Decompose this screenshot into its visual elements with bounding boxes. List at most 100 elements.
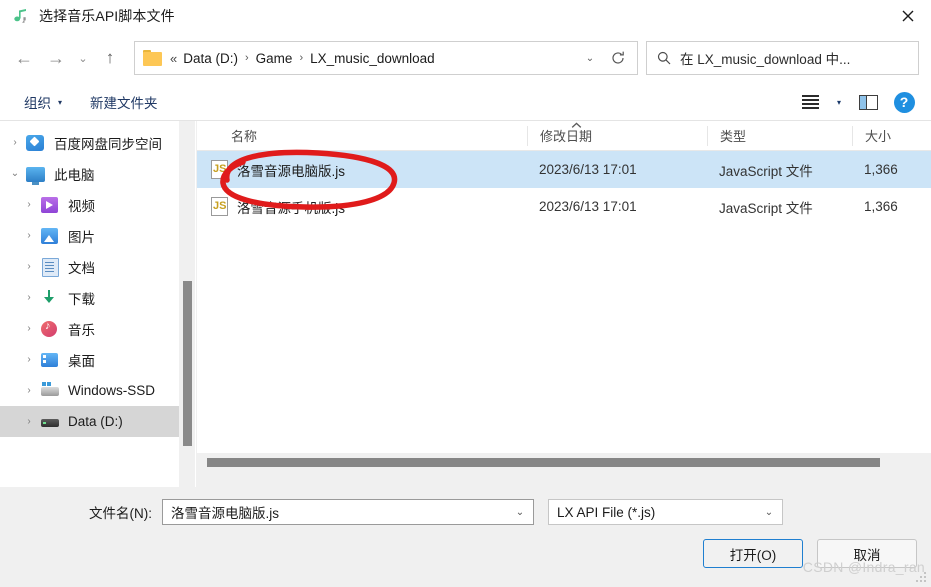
title-bar: 选择音乐API脚本文件: [0, 0, 931, 32]
forward-icon[interactable]: →: [40, 42, 72, 74]
search-box[interactable]: 在 LX_music_download 中...: [646, 41, 919, 75]
horizontal-scrollbar-thumb[interactable]: [207, 458, 880, 467]
videos-icon: [40, 196, 60, 214]
view-controls: ▾ ?: [793, 89, 921, 115]
new-folder-label: 新建文件夹: [90, 96, 158, 111]
close-icon[interactable]: [885, 0, 931, 32]
recent-locations-icon[interactable]: ⌄: [72, 42, 94, 74]
window-title: 选择音乐API脚本文件: [39, 8, 175, 24]
sidebar-item-pictures[interactable]: › 图片: [0, 220, 195, 251]
file-name-cell: JS 洛雪音源电脑版.js: [197, 160, 527, 180]
file-name-cell: JS 洛雪音源手机版.js: [197, 197, 527, 217]
breadcrumb: « Data (D:) › Game › LX_music_download: [170, 51, 577, 66]
column-headers: 名称 修改日期 类型 大小: [197, 121, 931, 151]
this-pc-icon: [26, 165, 46, 185]
chevron-down-icon[interactable]: ▾: [829, 98, 849, 107]
sidebar-item-downloads[interactable]: › 下载: [0, 282, 195, 313]
filename-label: 文件名(N):: [89, 506, 152, 521]
sidebar-item-windows-ssd[interactable]: › Windows-SSD: [0, 375, 195, 406]
help-icon: ?: [893, 91, 915, 113]
file-rows: JS 洛雪音源电脑版.js 2023/6/13 17:01 JavaScript…: [197, 151, 931, 452]
ssd-drive-icon: [40, 381, 60, 400]
command-bar: 组织 ▾ 新建文件夹 ▾ ?: [0, 84, 931, 121]
expander-icon[interactable]: ›: [18, 199, 40, 210]
breadcrumb-separator-0: ›: [245, 52, 249, 64]
filetype-select[interactable]: LX API File (*.js) ⌄: [548, 499, 783, 525]
table-row[interactable]: JS 洛雪音源电脑版.js 2023/6/13 17:01 JavaScript…: [197, 151, 931, 188]
open-button[interactable]: 打开(O): [703, 539, 803, 568]
downloads-icon: [40, 289, 60, 307]
navigation-bar: ← → ⌄ ↑ « Data (D:) › Game › LX_music_do…: [0, 32, 931, 84]
resize-grip[interactable]: [916, 572, 928, 584]
sidebar-item-desktop[interactable]: › 桌面: [0, 344, 195, 375]
filetype-value: LX API File (*.js): [557, 504, 656, 520]
search-input[interactable]: 在 LX_music_download 中...: [680, 48, 850, 68]
file-date-cell: 2023/6/13 17:01: [539, 162, 637, 177]
sort-ascending-icon: [571, 121, 582, 131]
column-header-name[interactable]: 名称: [197, 126, 527, 146]
breadcrumb-overflow[interactable]: «: [170, 51, 177, 66]
expander-icon[interactable]: ›: [4, 137, 26, 148]
column-header-size[interactable]: 大小: [852, 125, 931, 146]
sidebar-item-videos[interactable]: › 视频: [0, 189, 195, 220]
chevron-down-icon[interactable]: ⌄: [760, 507, 778, 518]
preview-pane-icon: [858, 94, 878, 110]
hard-drive-icon: [40, 413, 60, 431]
up-one-level-icon[interactable]: ↑: [94, 42, 126, 74]
watermark: CSDN @Indra_ran: [802, 559, 925, 575]
expander-icon[interactable]: ›: [18, 230, 40, 241]
breadcrumb-item-1[interactable]: Game: [256, 51, 293, 66]
sidebar-item-label: 此电脑: [54, 167, 95, 183]
expander-icon[interactable]: ›: [18, 292, 40, 303]
sidebar-item-music[interactable]: › 音乐: [0, 313, 195, 344]
file-size-cell: 1,366: [864, 162, 898, 177]
file-open-dialog: 选择音乐API脚本文件 ← → ⌄ ↑ « Data (D:) › Game ›…: [0, 0, 931, 587]
chevron-down-icon: ▾: [58, 97, 63, 107]
horizontal-scrollbar-track[interactable]: [197, 452, 931, 487]
column-header-date[interactable]: 修改日期: [527, 125, 707, 146]
breadcrumb-item-0[interactable]: Data (D:): [183, 51, 238, 66]
button-row: 打开(O) 取消: [10, 525, 921, 568]
organize-button[interactable]: 组织 ▾: [18, 88, 68, 116]
music-icon: [40, 320, 60, 338]
preview-pane-button[interactable]: [851, 89, 885, 115]
organize-label: 组织: [24, 96, 51, 111]
music-note-icon: [12, 7, 30, 25]
sidebar-item-label: 桌面: [68, 353, 95, 369]
address-bar[interactable]: « Data (D:) › Game › LX_music_download ⌄: [134, 41, 638, 75]
chevron-down-icon[interactable]: ⌄: [577, 43, 603, 73]
column-header-type[interactable]: 类型: [707, 125, 852, 146]
expander-icon[interactable]: ›: [18, 385, 40, 396]
table-row[interactable]: JS 洛雪音源手机版.js 2023/6/13 17:01 JavaScript…: [197, 188, 931, 225]
refresh-icon[interactable]: [603, 43, 633, 73]
expander-icon[interactable]: ⌄: [4, 168, 26, 179]
filename-row: 文件名(N): 洛雪音源电脑版.js ⌄ LX API File (*.js) …: [10, 487, 921, 525]
file-name-label: 洛雪音源手机版.js: [237, 200, 345, 216]
file-list-pane: 名称 修改日期 类型 大小 JS 洛雪音源电脑版.js 2023/6/13 17…: [196, 121, 931, 487]
sidebar-item-label: 图片: [68, 229, 95, 245]
sidebar-item-documents[interactable]: › 文档: [0, 251, 195, 282]
expander-icon[interactable]: ›: [18, 354, 40, 365]
breadcrumb-separator-1: ›: [299, 52, 304, 64]
expander-icon[interactable]: ›: [18, 261, 40, 272]
new-folder-button[interactable]: 新建文件夹: [84, 88, 164, 116]
expander-icon[interactable]: ›: [18, 323, 40, 334]
dialog-footer: 文件名(N): 洛雪音源电脑版.js ⌄ LX API File (*.js) …: [0, 487, 931, 587]
chevron-down-icon[interactable]: ⌄: [511, 507, 529, 518]
desktop-icon: [40, 351, 60, 369]
breadcrumb-item-2[interactable]: LX_music_download: [310, 51, 435, 66]
help-button[interactable]: ?: [887, 89, 921, 115]
sidebar-item-baidu-netdisk[interactable]: › 百度网盘同步空间: [0, 127, 195, 158]
folder-icon: [143, 50, 162, 66]
dialog-body: › 百度网盘同步空间 ⌄ 此电脑 › 视频 › 图片 › 文档 › 下载 › ♪…: [0, 121, 931, 487]
sidebar-item-this-pc[interactable]: ⌄ 此电脑: [0, 158, 195, 189]
expander-icon[interactable]: ›: [18, 416, 40, 427]
back-icon[interactable]: ←: [8, 42, 40, 74]
javascript-file-icon: JS: [211, 160, 228, 179]
view-mode-icon[interactable]: [793, 89, 827, 115]
filename-input[interactable]: 洛雪音源电脑版.js ⌄: [162, 499, 534, 525]
sidebar-item-data-d[interactable]: › Data (D:): [0, 406, 191, 437]
sidebar-scrollbar-thumb[interactable]: [183, 281, 192, 446]
list-view-icon: [801, 93, 819, 111]
file-size-cell: 1,366: [864, 199, 898, 214]
